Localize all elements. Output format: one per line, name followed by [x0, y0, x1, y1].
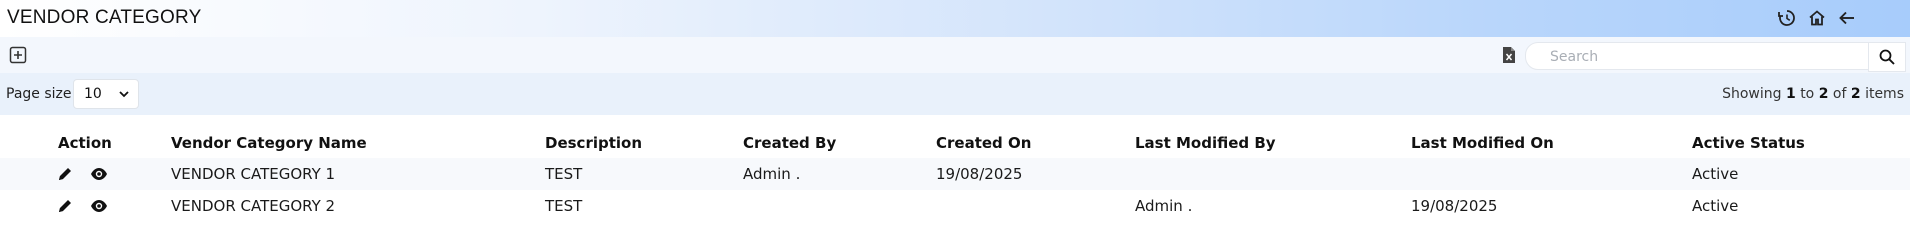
column-header-last-modified-on[interactable]: Last Modified On [1411, 128, 1554, 158]
cell-created-on: 19/08/2025 [936, 165, 1023, 183]
cell-created-by: Admin . [743, 165, 801, 183]
showing-to-word: to [1800, 86, 1815, 102]
chevron-down-icon [119, 91, 129, 98]
search-box [1525, 42, 1869, 70]
showing-items-text: Showing 1 to 2 of 2 items [1722, 86, 1904, 102]
showing-items-word: items [1865, 86, 1904, 102]
title-bar: VENDOR CATEGORY [0, 0, 1910, 37]
edit-icon[interactable] [57, 198, 73, 214]
table-row: VENDOR CATEGORY 1 TEST Admin . 19/08/202… [0, 158, 1910, 190]
column-header-created-on[interactable]: Created On [936, 128, 1031, 158]
column-header-vendor-category-name[interactable]: Vendor Category Name [171, 128, 367, 158]
page-size-label: Page size: [6, 86, 77, 102]
showing-from: 1 [1785, 86, 1796, 102]
showing-of-word: of [1832, 86, 1847, 102]
cell-description: TEST [545, 165, 583, 183]
vendor-category-table: Action Vendor Category Name Description … [0, 128, 1910, 222]
page-size-select[interactable]: 10 [73, 79, 139, 109]
view-icon[interactable] [90, 166, 108, 182]
table-header-row: Action Vendor Category Name Description … [0, 128, 1910, 158]
pagination-bar: Page size: 10 Showing 1 to 2 of 2 items [0, 73, 1910, 115]
showing-prefix: Showing [1722, 86, 1782, 102]
excel-export-icon[interactable] [1500, 46, 1518, 64]
cell-last-modified-on: 19/08/2025 [1411, 197, 1498, 215]
page-size-value: 10 [84, 86, 102, 102]
showing-total: 2 [1850, 86, 1861, 102]
column-header-last-modified-by[interactable]: Last Modified By [1135, 128, 1276, 158]
toolbar [0, 37, 1910, 73]
page-title: VENDOR CATEGORY [7, 7, 202, 28]
home-icon[interactable] [1807, 8, 1827, 28]
column-header-action: Action [58, 134, 112, 152]
table-row: VENDOR CATEGORY 2 TEST Admin . 19/08/202… [0, 190, 1910, 222]
cell-vendor-category-name: VENDOR CATEGORY 1 [171, 165, 336, 183]
search-button[interactable] [1868, 42, 1906, 72]
cell-active-status: Active [1692, 197, 1739, 215]
column-header-active-status[interactable]: Active Status [1692, 128, 1805, 158]
column-header-created-by[interactable]: Created By [743, 128, 836, 158]
back-arrow-icon[interactable] [1837, 8, 1857, 28]
search-input[interactable] [1548, 46, 1852, 68]
cell-vendor-category-name: VENDOR CATEGORY 2 [171, 197, 336, 215]
cell-last-modified-by: Admin . [1135, 197, 1193, 215]
view-icon[interactable] [90, 198, 108, 214]
showing-to: 2 [1818, 86, 1829, 102]
add-icon[interactable] [9, 46, 27, 64]
column-header-description[interactable]: Description [545, 128, 642, 158]
search-icon [1879, 49, 1895, 65]
history-icon[interactable] [1777, 8, 1797, 28]
cell-description: TEST [545, 197, 583, 215]
edit-icon[interactable] [57, 166, 73, 182]
cell-active-status: Active [1692, 165, 1739, 183]
